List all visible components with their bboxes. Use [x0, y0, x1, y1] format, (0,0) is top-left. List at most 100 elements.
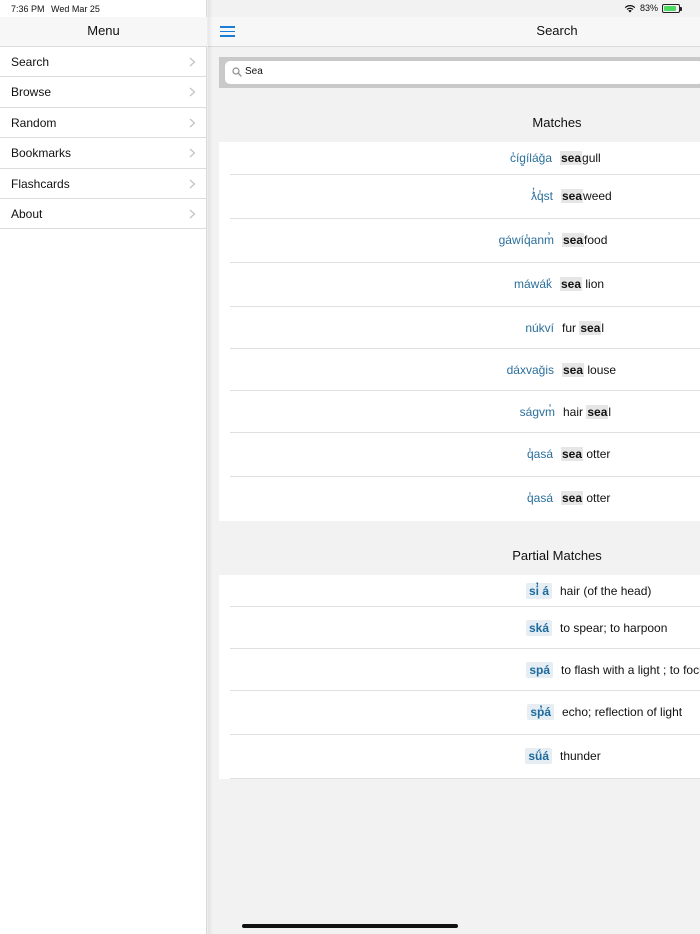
gloss-suffix: louse — [584, 363, 617, 377]
chevron-right-icon — [189, 179, 196, 189]
gloss-suffix: otter — [583, 447, 611, 461]
highlighted-match: sea — [579, 321, 602, 335]
match-row-content: c̓íg̱íláǧa seagull — [509, 151, 601, 165]
sidebar-item-search[interactable]: Search — [0, 47, 207, 78]
match-row[interactable]: c̓íg̱íláǧa seagull — [230, 142, 700, 175]
highlighted-match: sea — [561, 447, 584, 461]
match-row[interactable]: máwák̓ sea lion — [230, 263, 700, 307]
gloss: to flash with a light ; to focus a flash… — [561, 663, 700, 677]
main-panel: Search Sea Matches c̓íg̱íláǧa seagull ƛ̓q̓… — [208, 0, 700, 934]
chevron-right-icon — [189, 148, 196, 158]
match-row-content: máwák̓ sea lion — [513, 277, 605, 291]
partial-match-row[interactable]: ská to spear; to harpoon — [230, 607, 700, 649]
search-icon — [232, 67, 242, 77]
gloss: seafood — [562, 233, 608, 247]
status-date: Wed Mar 25 — [51, 4, 100, 14]
page-title: Search — [536, 23, 578, 38]
headword: núkví — [525, 321, 554, 335]
match-row[interactable]: dáxvaǧis sea louse — [230, 349, 700, 391]
match-row-content: ƛ̓q̓st seaweed — [531, 189, 612, 203]
gloss: fur seal — [562, 321, 604, 335]
match-row-content: q̓asá sea otter — [526, 447, 611, 461]
partial-matches-list: si̓ á hair (of the head) ská to spear; to h… — [219, 575, 700, 779]
gloss-suffix: weed — [583, 189, 612, 203]
search-value: Sea — [245, 66, 263, 77]
gloss: hair seal — [563, 405, 612, 419]
match-row[interactable]: gáwíq̓anm̓ seafood — [230, 219, 700, 263]
chevron-right-icon — [189, 57, 196, 67]
match-row-content: ságvm̓ hair seal — [519, 405, 612, 419]
search-input[interactable]: Sea — [225, 61, 700, 84]
partial-row-content: si̓ á hair (of the head) — [525, 583, 652, 599]
wifi-icon — [624, 4, 636, 12]
highlighted-match: sea — [560, 151, 583, 165]
match-row-content: gáwíq̓anm̓ seafood — [498, 233, 608, 247]
highlighted-match: sea — [586, 405, 609, 419]
gloss: sea otter — [561, 491, 611, 505]
sidebar: Menu Search Browse Random Bookmarks Flashcar… — [0, 0, 207, 934]
partial-row-content: sp̓á echo; reflection of light — [527, 704, 682, 720]
match-row[interactable]: núkví fur seal — [230, 307, 700, 349]
highlighted-match: sea — [561, 189, 584, 203]
search-bar: Sea — [219, 57, 700, 88]
gloss-suffix: lion — [582, 277, 605, 291]
sidebar-item-label: Random — [11, 115, 57, 130]
battery-percent: 83% — [639, 3, 658, 13]
gloss: thunder — [560, 749, 601, 763]
partial-match-row[interactable]: spá to flash with a light ; to focus a fl… — [230, 649, 700, 691]
sidebar-item-bookmarks[interactable]: Bookmarks — [0, 138, 207, 169]
match-row-content: q̓asá sea otter — [526, 491, 611, 505]
sidebar-item-random[interactable]: Random — [0, 108, 207, 139]
status-bar: 7:36 PM Wed Mar 25 83% — [0, 0, 700, 17]
matches-list: c̓íg̱íláǧa seagull ƛ̓q̓st seaweed gáwíq̓anm̓… — [219, 142, 700, 521]
headword: gáwíq̓anm̓ — [498, 233, 554, 247]
gloss-suffix: l — [608, 405, 612, 419]
headword: q̓asá — [526, 447, 553, 461]
partial-match-row[interactable]: sp̓á echo; reflection of light — [230, 691, 700, 735]
sidebar-item-browse[interactable]: Browse — [0, 77, 207, 108]
sidebar-item-label: Browse — [11, 85, 52, 100]
partial-match-row[interactable]: si̓ á hair (of the head) — [230, 575, 700, 607]
sidebar-item-flashcards[interactable]: Flashcards — [0, 169, 207, 199]
gloss: seagull — [560, 151, 601, 165]
gloss: sea lion — [560, 277, 605, 291]
chevron-right-icon — [189, 118, 196, 128]
sidebar-item-label: About — [11, 206, 43, 221]
headword: ságvm̓ — [519, 405, 555, 419]
sidebar-item-label: Search — [11, 55, 50, 69]
headword: sǘá — [525, 748, 552, 764]
sidebar-title: Menu — [0, 17, 207, 47]
panel-shadow — [207, 0, 213, 934]
headword: máwák̓ — [513, 277, 552, 291]
gloss: hair (of the head) — [560, 584, 652, 598]
partial-row-content: ská to spear; to harpoon — [525, 620, 668, 636]
chevron-right-icon — [189, 209, 196, 219]
hamburger-icon[interactable] — [220, 26, 235, 38]
headword: spá — [526, 662, 553, 678]
match-row[interactable]: q̓asá sea otter — [230, 477, 700, 521]
highlighted-match: sea — [561, 491, 584, 505]
gloss: seaweed — [561, 189, 612, 203]
headword: q̓asá — [526, 491, 553, 505]
match-row[interactable]: ƛ̓q̓st seaweed — [230, 175, 700, 219]
status-time: 7:36 PM — [11, 4, 45, 14]
sidebar-item-about[interactable]: About — [0, 199, 207, 230]
battery-level — [664, 5, 676, 11]
chevron-right-icon — [189, 87, 196, 97]
gloss: to spear; to harpoon — [560, 621, 668, 635]
battery-icon — [662, 3, 682, 13]
gloss-suffix: food — [584, 233, 608, 247]
match-row[interactable]: ságvm̓ hair seal — [230, 391, 700, 433]
match-row-content: núkví fur seal — [525, 321, 604, 335]
home-indicator — [242, 924, 458, 928]
headword: c̓íg̱íláǧa — [509, 151, 552, 165]
gloss-prefix: hair — [563, 405, 587, 419]
status-indicators: 83% — [624, 3, 690, 13]
match-row[interactable]: q̓asá sea otter — [230, 433, 700, 477]
gloss-suffix: otter — [583, 491, 611, 505]
headword: dáxvaǧis — [506, 363, 554, 377]
sidebar-item-label: Flashcards — [11, 176, 70, 191]
highlighted-match: sea — [560, 277, 583, 291]
partial-match-row[interactable]: sǘá thunder — [230, 735, 700, 779]
partial-row-content: spá to flash with a light ; to focus a fl… — [526, 662, 700, 678]
